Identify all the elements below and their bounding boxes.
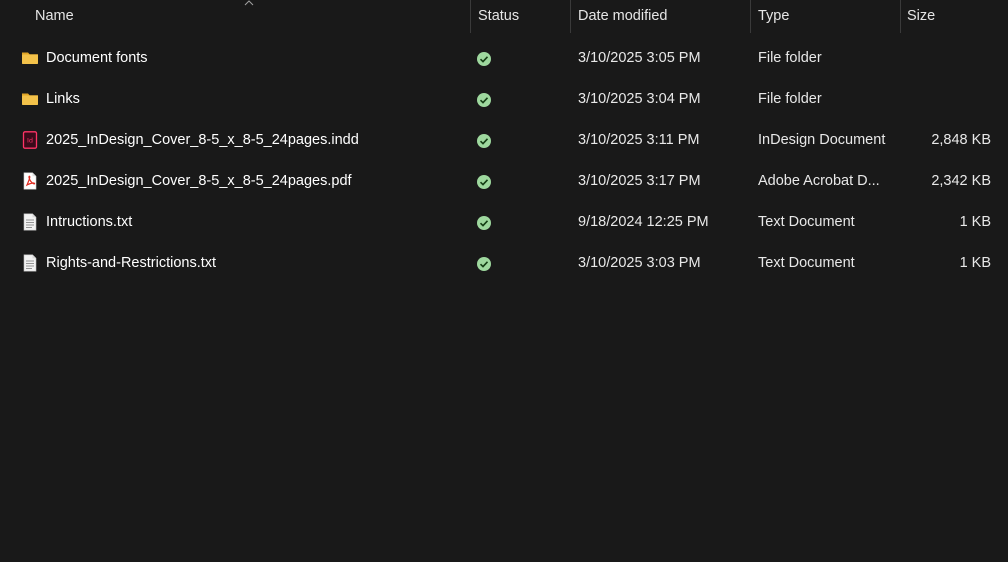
folder-icon <box>22 93 38 105</box>
file-size: 2,848 KB <box>931 132 991 148</box>
file-name: 2025_InDesign_Cover_8-5_x_8-5_24pages.pd… <box>46 173 352 189</box>
synced-check-icon <box>477 134 491 148</box>
column-header-status[interactable]: Status <box>478 0 566 33</box>
synced-check-icon <box>477 93 491 107</box>
pdf-file-icon <box>23 172 37 190</box>
file-row[interactable]: Intructions.txt 9/18/2024 12:25 PM Text … <box>0 202 1008 243</box>
file-type: Adobe Acrobat D... <box>758 173 880 189</box>
column-header-size[interactable]: Size <box>907 0 997 33</box>
file-type: Text Document <box>758 255 855 271</box>
column-header-type[interactable]: Type <box>758 0 896 33</box>
file-type: InDesign Document <box>758 132 886 148</box>
file-row[interactable]: Document fonts 3/10/2025 3:05 PM File fo… <box>0 38 1008 79</box>
column-header-date-modified[interactable]: Date modified <box>578 0 746 33</box>
file-size: 1 KB <box>959 214 991 230</box>
text-file-icon <box>23 254 37 272</box>
text-file-icon <box>23 213 37 231</box>
column-divider[interactable] <box>750 0 751 33</box>
file-name: Rights-and-Restrictions.txt <box>46 255 217 271</box>
file-date-modified: 3/10/2025 3:11 PM <box>578 132 700 148</box>
file-row[interactable]: Rights-and-Restrictions.txt 3/10/2025 3:… <box>0 243 1008 284</box>
file-date-modified: 3/10/2025 3:05 PM <box>578 50 701 66</box>
file-name: Document fonts <box>46 50 148 66</box>
file-type: File folder <box>758 91 822 107</box>
file-name: Links <box>46 91 80 107</box>
column-divider[interactable] <box>470 0 471 33</box>
file-size: 1 KB <box>959 255 991 271</box>
column-divider[interactable] <box>570 0 571 33</box>
file-date-modified: 3/10/2025 3:03 PM <box>578 255 701 271</box>
column-divider[interactable] <box>900 0 901 33</box>
indesign-file-icon: Id <box>22 131 38 149</box>
file-name: 2025_InDesign_Cover_8-5_x_8-5_24pages.in… <box>46 132 359 148</box>
file-size: 2,342 KB <box>931 173 991 189</box>
file-row[interactable]: 2025_InDesign_Cover_8-5_x_8-5_24pages.pd… <box>0 161 1008 202</box>
file-date-modified: 3/10/2025 3:04 PM <box>578 91 701 107</box>
file-explorer-list: Name Status Date modified Type Size Docu… <box>0 0 1008 562</box>
synced-check-icon <box>477 52 491 66</box>
synced-check-icon <box>477 216 491 230</box>
file-row[interactable]: Links 3/10/2025 3:04 PM File folder <box>0 79 1008 120</box>
file-row[interactable]: Id 2025_InDesign_Cover_8-5_x_8-5_24pages… <box>0 120 1008 161</box>
synced-check-icon <box>477 175 491 189</box>
svg-text:Id: Id <box>27 137 33 145</box>
file-type: Text Document <box>758 214 855 230</box>
synced-check-icon <box>477 257 491 271</box>
file-name: Intructions.txt <box>46 214 133 230</box>
file-size <box>900 38 991 79</box>
file-type: File folder <box>758 50 822 66</box>
file-date-modified: 9/18/2024 12:25 PM <box>578 214 709 230</box>
column-header-name[interactable]: Name <box>35 0 465 33</box>
column-header-bar: Name Status Date modified Type Size <box>0 0 1008 33</box>
file-date-modified: 3/10/2025 3:17 PM <box>578 173 701 189</box>
folder-icon <box>22 52 38 64</box>
file-size <box>900 79 991 120</box>
